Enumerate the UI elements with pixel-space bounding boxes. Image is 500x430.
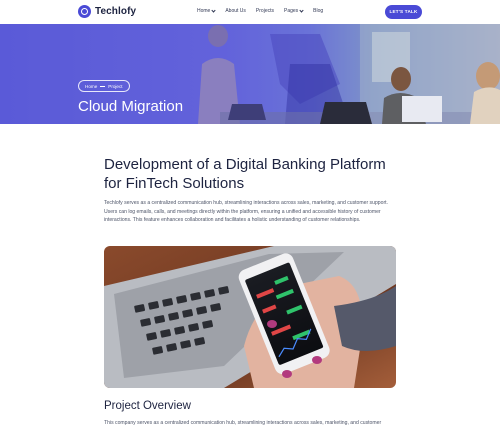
breadcrumb: Home Project <box>78 80 130 92</box>
nav-label: About Us <box>225 8 246 14</box>
breadcrumb-separator <box>100 85 106 87</box>
logo-text: Techlofy <box>95 6 137 17</box>
main-nav: Home About Us Projects Pages Blog <box>197 7 333 14</box>
breadcrumb-current: Project <box>108 83 123 89</box>
nav-item-about-us[interactable]: About Us <box>225 8 246 14</box>
article-paragraph: Techlofy serves as a centralized communi… <box>104 200 388 224</box>
hero-background-photo <box>0 24 500 124</box>
section-paragraph: This company serves as a centralized com… <box>104 420 382 426</box>
phone-laptop-photo <box>104 246 396 388</box>
nav-label: Blog <box>313 8 324 14</box>
project-image <box>104 246 396 388</box>
breadcrumb-home-link[interactable]: Home <box>85 84 97 89</box>
nav-item-blog[interactable]: Blog <box>313 8 323 14</box>
chevron-down-icon <box>299 7 304 13</box>
nav-label: Pages <box>283 8 299 14</box>
nav-item-home[interactable]: Home <box>197 7 216 14</box>
page-hero: Home Project Cloud Migration <box>0 24 500 124</box>
section-title-project-overview: Project Overview <box>104 400 191 412</box>
page-title: Cloud Migration <box>78 98 184 115</box>
logo[interactable]: Techlofy <box>78 5 136 18</box>
logo-icon <box>78 5 91 18</box>
nav-label: Home <box>197 8 211 14</box>
site-header: Techlofy Home About Us Projects Pages Bl… <box>0 0 500 24</box>
nav-label: Projects <box>255 8 274 14</box>
nav-item-projects[interactable]: Projects <box>256 8 274 14</box>
chevron-down-icon <box>211 7 216 13</box>
article-title: Development of a Digital Banking Platfor… <box>104 156 386 192</box>
nav-item-pages[interactable]: Pages <box>283 7 304 14</box>
lets-talk-button[interactable]: LET'S TALK <box>385 5 422 19</box>
